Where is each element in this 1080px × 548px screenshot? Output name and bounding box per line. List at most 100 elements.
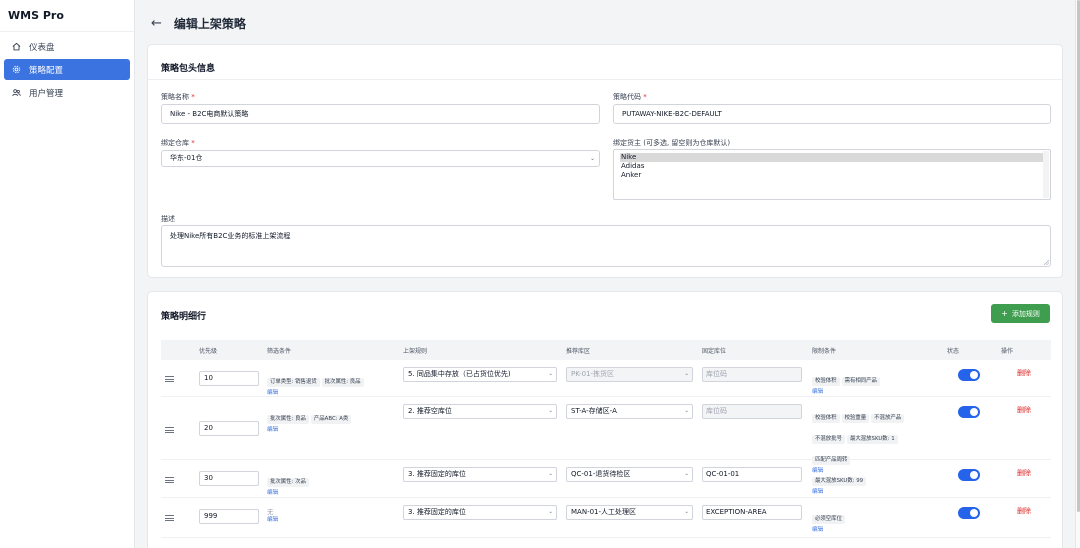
owner-multiselect[interactable]: Nike Adidas Anker [613,149,1051,200]
toggle-knob [970,408,978,416]
limit-tag: 最大混放SKU数: 1 [846,435,898,444]
chevron-down-icon: ⌄ [548,471,553,477]
rule-select[interactable]: 3. 推荐固定的库位 ⌄ [403,467,557,482]
drag-handle-icon[interactable] [165,477,174,483]
chevron-down-icon: ⌄ [684,371,689,377]
zone-select[interactable]: MAN-01-人工处理区 ⌄ [566,505,693,520]
chevron-down-icon: ⌄ [548,371,553,377]
main-content: ← 编辑上架策略 策略包头信息 策略名称 * Nike - B2C电商默认策略 … [135,0,1075,548]
rule-select[interactable]: 3. 推荐固定的库位 ⌄ [403,505,557,520]
delete-button[interactable]: 删除 [1017,506,1031,516]
column-header: 上架规则 [403,348,428,355]
location-input[interactable]: EXCEPTION-AREA [702,505,802,520]
home-icon [12,42,21,51]
delete-button[interactable]: 删除 [1017,468,1031,478]
header-info-card: 策略包头信息 策略名称 * Nike - B2C电商默认策略 策略代码 * PU… [147,44,1063,278]
priority-input[interactable]: 10 [199,371,259,386]
arrow-left-icon[interactable]: ← [151,17,162,30]
owner-option[interactable]: Anker [620,171,1044,180]
sidebar-item-users[interactable]: 用户管理 [4,82,130,103]
edit-conditions-link[interactable]: 编辑 [267,516,392,524]
location-input[interactable]: QC-01-01 [702,467,802,482]
edit-conditions-link[interactable]: 编辑 [267,426,392,434]
strategy-name-label: 策略名称 * [161,93,195,101]
sidebar-item-label: 用户管理 [29,88,64,99]
page-header: ← 编辑上架策略 [151,14,246,32]
chevron-down-icon: ⌄ [548,509,553,515]
limit-tag: 必须空库位 [812,515,845,524]
condition-tag: 产品ABC: A类 [310,415,352,424]
limit-cell: 最大混放SKU数: 99 编辑 [812,467,932,496]
strategy-code-label: 策略代码 * [613,93,647,101]
limit-cell: 必须空库位 编辑 [812,505,932,534]
drag-handle-icon[interactable] [165,515,174,521]
limit-tag: 最大混放SKU数: 99 [812,477,867,486]
status-toggle[interactable] [958,369,980,381]
limit-tag: 不混放批号 [812,435,845,444]
edit-conditions-link[interactable]: 编辑 [267,389,392,397]
plus-icon: + [1001,309,1008,318]
description-textarea[interactable]: 处理Nike所有B2C业务的标准上架流程 [161,225,1051,267]
warehouse-select[interactable]: 华东-01仓 ⌄ [161,150,600,167]
table-row: 20 批次属性: 良品 产品ABC: A类 编辑 2. 推荐空库位 ⌄ ST-A-存… [161,397,1051,474]
limit-cell: 校验体积 需有相同产品 编辑 [812,367,932,396]
condition-cell: 订单类型: 销售退货 批次属性: 良品 编辑 [267,368,392,397]
delete-button[interactable]: 删除 [1017,368,1031,378]
listbox-scrollbar[interactable] [1043,151,1049,198]
resize-handle-icon[interactable] [1043,259,1049,265]
table-row: 10 订单类型: 销售退货 批次属性: 良品 编辑 5. 同品集中存放（已占货位优… [161,360,1051,397]
edit-limits-link[interactable]: 编辑 [812,388,932,396]
strategy-code-input[interactable]: PUTAWAY-NIKE-B2C-DEFAULT [613,104,1051,124]
rule-select[interactable]: 2. 推荐空库位 ⌄ [403,404,557,419]
zone-select[interactable]: ST-A-存储区-A ⌄ [566,404,693,419]
status-toggle[interactable] [958,507,980,519]
edit-limits-link[interactable]: 编辑 [812,488,932,496]
status-toggle[interactable] [958,406,980,418]
chevron-down-icon: ⌄ [684,408,689,414]
section-title: 策略明细行 [161,312,207,322]
chevron-down-icon: ⌄ [684,471,689,477]
column-header: 筛选条件 [267,348,292,355]
priority-input[interactable]: 30 [199,471,259,486]
drag-handle-icon[interactable] [165,427,174,433]
location-input[interactable]: 库位码 [702,404,802,419]
no-condition-text: 无 [267,508,274,516]
priority-input[interactable]: 999 [199,509,259,524]
drag-handle-icon[interactable] [165,376,174,382]
sidebar-item-strategy[interactable]: 策略配置 [4,59,130,80]
column-header: 操作 [1001,348,1014,355]
sidebar-item-label: 仪表盘 [29,42,55,53]
status-toggle[interactable] [958,469,980,481]
condition-tag: 批次属性: 次品 [267,478,309,487]
required-mark: * [643,93,647,101]
chevron-down-icon: ⌄ [548,408,553,414]
brand-logo: WMS Pro [0,0,134,32]
zone-select[interactable]: QC-01-退货待检区 ⌄ [566,467,693,482]
sidebar-item-dashboard[interactable]: 仪表盘 [4,36,130,57]
column-header: 优先级 [199,348,218,355]
rules-card: 策略明细行 + 添加规则 优先级 筛选条件 上架规则 推荐库区 固定库位 限制条件… [147,291,1063,548]
add-rule-button[interactable]: + 添加规则 [991,304,1050,323]
owner-option[interactable]: Adidas [620,162,1044,171]
owner-option[interactable]: Nike [620,153,1044,162]
chevron-down-icon: ⌄ [684,509,689,515]
zone-select[interactable]: PK-01-拣货区 ⌄ [566,367,693,382]
divider [148,79,1062,80]
condition-cell: 批次属性: 良品 产品ABC: A类 编辑 [267,405,392,434]
strategy-name-input[interactable]: Nike - B2C电商默认策略 [161,104,600,124]
edit-limits-link[interactable]: 编辑 [812,526,932,534]
owner-label: 绑定货主 (可多选, 留空则为仓库默认) [613,139,731,147]
location-input[interactable]: 库位码 [702,367,802,382]
limit-tag: 校验体积 [812,377,840,386]
limit-tag: 需有相同产品 [841,377,880,386]
scrollbar-thumb[interactable] [1076,0,1080,512]
delete-button[interactable]: 删除 [1017,405,1031,415]
priority-input[interactable]: 20 [199,421,259,436]
toggle-knob [970,371,978,379]
toggle-knob [970,509,978,517]
edit-conditions-link[interactable]: 编辑 [267,489,392,497]
toggle-knob [970,471,978,479]
condition-tag: 批次属性: 良品 [321,378,364,387]
page-scrollbar[interactable] [1075,0,1080,548]
rule-select[interactable]: 5. 同品集中存放（已占货位优先) ⌄ [403,367,557,382]
